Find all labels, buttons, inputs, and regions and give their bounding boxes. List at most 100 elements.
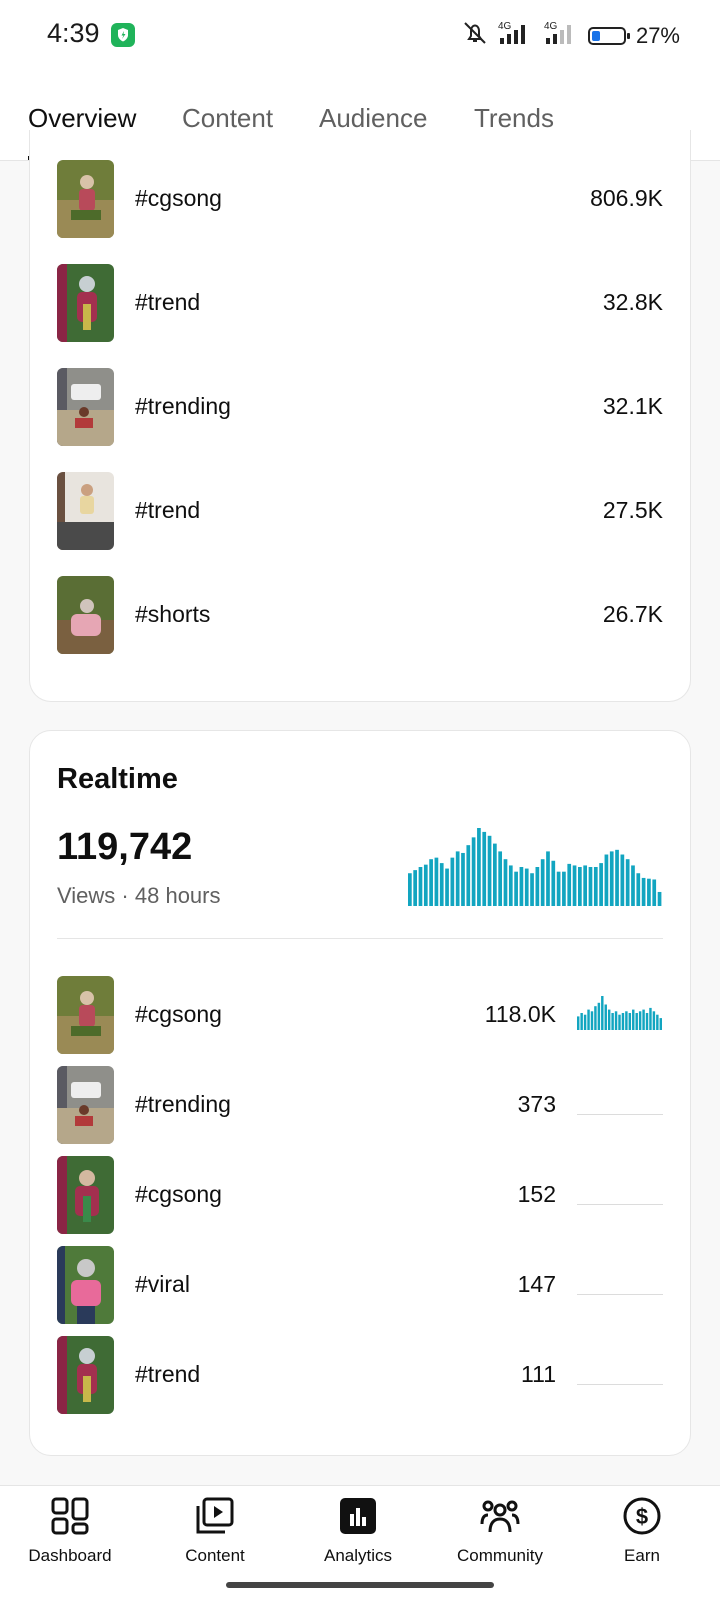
realtime-content-title: #trend xyxy=(135,1361,201,1387)
realtime-content-views: 111 xyxy=(521,1361,556,1387)
chart-bar xyxy=(631,865,635,906)
nav-community[interactable]: Community xyxy=(440,1496,560,1566)
nav-content[interactable]: Content xyxy=(155,1496,275,1566)
chart-bar xyxy=(609,851,614,906)
top-content-row[interactable]: #trending 32.1K xyxy=(57,368,663,446)
top-content-title: #shorts xyxy=(135,601,211,627)
realtime-row[interactable]: #cgsong 152 xyxy=(57,1156,663,1234)
sparkline-bar xyxy=(638,1011,642,1030)
realtime-content-views: 118.0K xyxy=(484,1001,556,1027)
chart-bar xyxy=(450,857,455,906)
chart-bar xyxy=(418,867,423,906)
nav-community-label: Community xyxy=(457,1546,543,1565)
chart-bar xyxy=(551,860,556,906)
chart-bar xyxy=(434,857,439,906)
chart-bar xyxy=(439,863,444,906)
video-thumbnail xyxy=(57,976,114,1054)
chart-bar xyxy=(604,854,609,906)
chart-bar xyxy=(562,871,566,906)
chart-bar xyxy=(423,864,428,906)
realtime-card[interactable]: Realtime 119,742 Views · 48 hours #cgson… xyxy=(29,730,691,1456)
sparkline-bar xyxy=(635,1013,638,1030)
realtime-content-views: 147 xyxy=(517,1271,556,1297)
top-content-views: 806.9K xyxy=(590,185,663,211)
chart-bar xyxy=(508,865,513,906)
chart-bar xyxy=(487,835,492,906)
top-content-row[interactable]: #trend 27.5K xyxy=(57,472,663,550)
sparkline-bar xyxy=(587,1009,590,1030)
sparkline-bar xyxy=(642,1009,645,1030)
top-content-row[interactable]: #shorts 26.7K xyxy=(57,576,663,654)
chart-bar xyxy=(535,867,540,906)
chart-bar xyxy=(498,851,503,906)
chart-bar xyxy=(455,851,460,906)
realtime-subtitle: Views · 48 hours xyxy=(57,883,221,909)
sparkline-bar xyxy=(649,1007,652,1030)
chart-bar xyxy=(578,867,582,906)
top-content-title: #cgsong xyxy=(135,185,222,211)
top-content-views: 32.8K xyxy=(602,289,663,315)
nav-analytics[interactable]: Analytics xyxy=(298,1496,418,1566)
video-thumbnail xyxy=(57,1336,114,1414)
network-type-1: 4G xyxy=(498,21,512,32)
realtime-views-count: 119,742 xyxy=(57,826,193,868)
realtime-title: Realtime xyxy=(57,763,178,795)
realtime-bar-chart xyxy=(408,828,662,906)
realtime-content-title: #cgsong xyxy=(135,1181,222,1207)
chart-bar xyxy=(641,877,646,906)
battery-percentage: 27% xyxy=(635,22,680,48)
security-shield-icon xyxy=(111,23,135,47)
sparkline-bar xyxy=(604,1004,607,1030)
top-content-views: 27.5K xyxy=(602,497,663,523)
sparkline-bar xyxy=(652,1011,656,1030)
chart-bar xyxy=(477,828,481,906)
sparkline-bar xyxy=(577,1016,580,1030)
nav-earn[interactable]: $ Earn xyxy=(582,1496,702,1566)
realtime-sparkline xyxy=(577,996,662,1030)
realtime-content-title: #trending xyxy=(135,1091,231,1117)
chart-bar xyxy=(461,852,465,906)
chart-bar xyxy=(540,859,545,906)
chart-bar xyxy=(524,868,529,906)
content-icon xyxy=(195,1496,235,1536)
chart-bar xyxy=(647,878,651,906)
sparkline-bar xyxy=(597,1002,601,1030)
signal-2-icon: 4G xyxy=(542,20,582,51)
nav-earn-label: Earn xyxy=(624,1546,660,1565)
realtime-row[interactable]: #trending 373 xyxy=(57,1066,663,1144)
chart-bar xyxy=(445,868,449,906)
top-content-row[interactable]: #cgsong 806.9K xyxy=(57,160,663,238)
chart-bar xyxy=(657,891,662,906)
chart-bar xyxy=(429,859,433,906)
realtime-row[interactable]: #cgsong 118.0K xyxy=(57,976,663,1054)
video-thumbnail xyxy=(57,368,114,446)
nav-dashboard-label: Dashboard xyxy=(28,1546,112,1565)
realtime-row[interactable]: #viral 147 xyxy=(57,1246,663,1324)
realtime-row[interactable]: #trend 111 xyxy=(57,1336,663,1414)
realtime-content-views: 152 xyxy=(517,1181,556,1207)
chart-bar xyxy=(466,845,471,906)
nav-dashboard[interactable]: Dashboard xyxy=(10,1496,130,1566)
top-content-row[interactable]: #trend 32.8K xyxy=(57,264,663,342)
views-label: Views xyxy=(57,883,116,908)
realtime-sparkline-flat xyxy=(577,1204,663,1205)
mute-bell-icon xyxy=(460,20,490,51)
chart-bar xyxy=(408,873,412,906)
chart-bar xyxy=(583,865,588,906)
video-thumbnail xyxy=(57,1066,114,1144)
sparkline-bar xyxy=(583,1014,587,1030)
sparkline-bar xyxy=(580,1013,583,1030)
sparkline-bar xyxy=(645,1013,649,1030)
top-content-title: #trend xyxy=(135,289,201,315)
nav-content-label: Content xyxy=(185,1546,245,1565)
network-type-2: 4G xyxy=(544,21,558,32)
chart-bar xyxy=(620,854,625,906)
status-time: 4:39 xyxy=(47,18,100,48)
community-icon xyxy=(480,1496,520,1536)
chart-bar xyxy=(546,851,550,906)
svg-text:$: $ xyxy=(636,1504,648,1529)
sparkline-bar xyxy=(607,1009,611,1030)
separator-dot: · xyxy=(121,883,129,908)
video-thumbnail xyxy=(57,1156,114,1234)
sparkline-bar xyxy=(632,1009,635,1030)
